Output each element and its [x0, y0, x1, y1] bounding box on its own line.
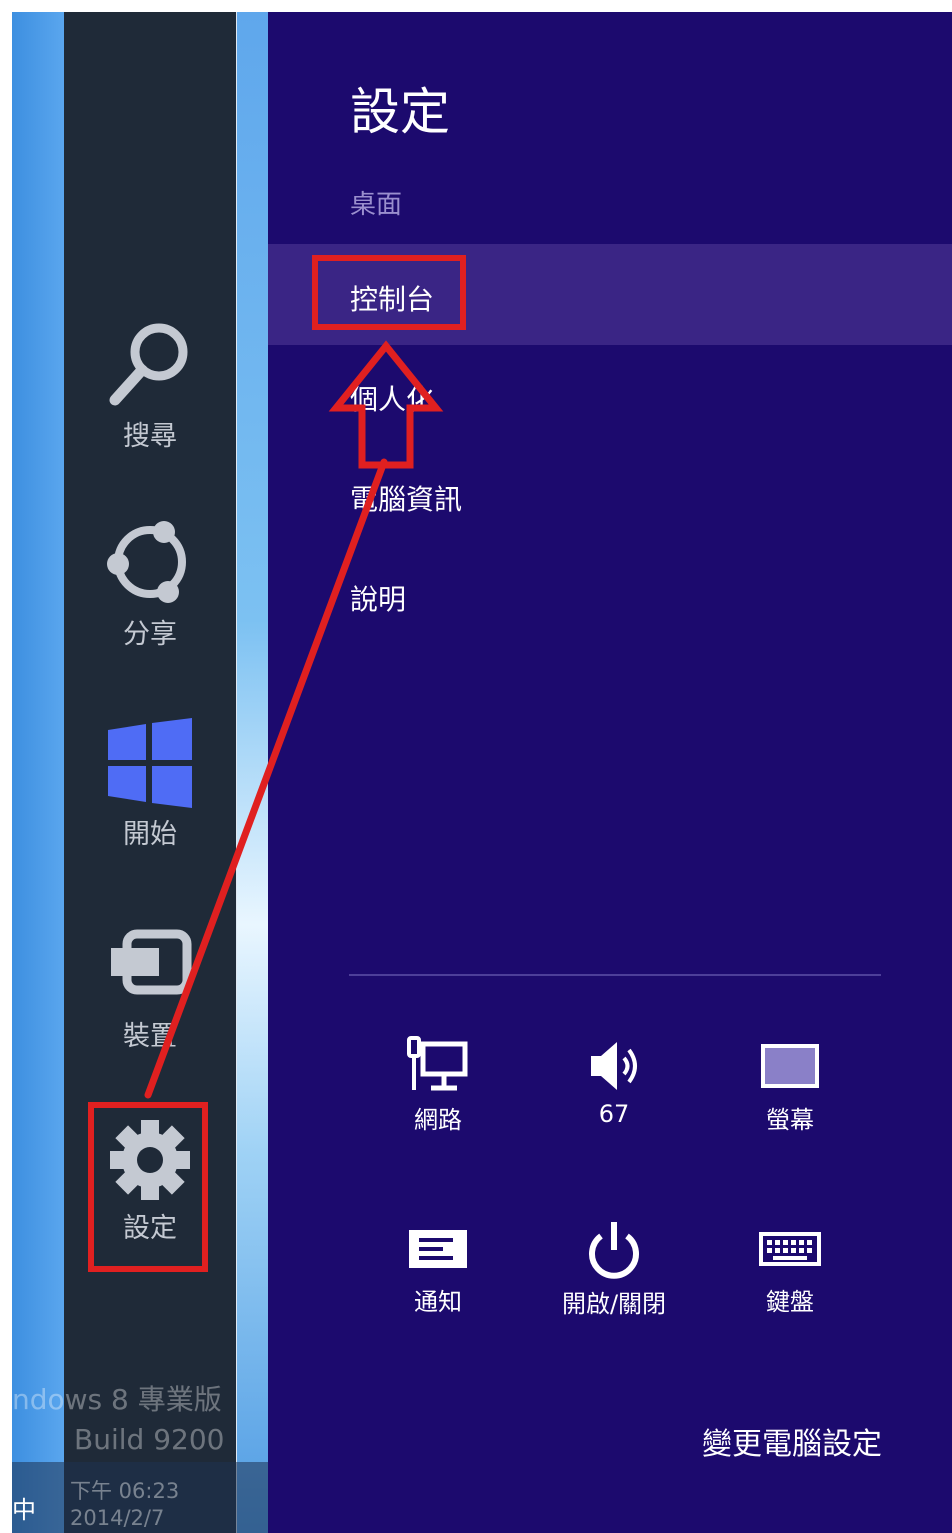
charm-share-label: 分享 — [123, 619, 177, 650]
tile-volume[interactable]: 67 — [539, 1036, 689, 1128]
notifications-icon — [409, 1230, 467, 1268]
charm-search-label: 搜尋 — [123, 421, 177, 452]
charm-devices-label: 裝置 — [123, 1021, 177, 1052]
tile-power-label: 開啟/關閉 — [561, 1290, 667, 1318]
annotation-box-settings-charm — [88, 1102, 208, 1272]
tile-volume-label: 67 — [598, 1100, 630, 1128]
windows-edition-watermark: ndows 8 專業版 — [12, 1383, 222, 1416]
annotation-box-control-panel — [312, 255, 466, 330]
tile-notifications-label: 通知 — [414, 1288, 462, 1316]
devices-icon — [111, 929, 192, 995]
charm-devices[interactable]: 裝置 — [64, 928, 236, 1053]
pane-subtitle: 桌面 — [350, 190, 403, 220]
desktop-background-strip — [237, 12, 268, 1533]
taskbar-clock-date[interactable]: 2014/2/7 — [70, 1506, 164, 1530]
search-icon — [109, 323, 188, 406]
charm-share[interactable]: 分享 — [64, 516, 236, 651]
taskbar-clock-time[interactable]: 下午 06:23 — [70, 1475, 179, 1505]
charm-start-label: 開始 — [123, 819, 177, 850]
tiles-separator — [349, 974, 881, 976]
tile-keyboard-label: 鍵盤 — [766, 1288, 814, 1316]
tile-notifications[interactable]: 通知 — [363, 1218, 513, 1317]
windows-build-watermark: Build 9200 — [74, 1423, 225, 1456]
pane-title: 設定 — [350, 83, 450, 141]
desktop-background-left — [12, 12, 64, 1533]
settings-pane: 設定 桌面 控制台 個人化 電腦資訊 說明 網路 67 螢幕 通知 開啟/關閉 … — [268, 12, 952, 1533]
charm-start[interactable]: 開始 — [64, 716, 236, 851]
volume-icon — [591, 1042, 637, 1090]
keyboard-icon — [759, 1232, 821, 1266]
tile-screen[interactable]: 螢幕 — [715, 1036, 865, 1135]
charm-search[interactable]: 搜尋 — [64, 318, 236, 453]
tile-network-label: 網路 — [414, 1106, 462, 1134]
tile-keyboard[interactable]: 鍵盤 — [715, 1218, 865, 1317]
menu-item-personalization[interactable]: 個人化 — [350, 378, 434, 418]
ime-indicator[interactable]: 中 — [12, 1490, 36, 1525]
share-icon — [107, 521, 186, 603]
menu-item-pc-info[interactable]: 電腦資訊 — [350, 478, 462, 518]
screen-icon — [761, 1044, 819, 1088]
tile-power[interactable]: 開啟/關閉 — [539, 1218, 689, 1319]
tile-network[interactable]: 網路 — [363, 1036, 513, 1135]
power-icon — [589, 1222, 639, 1279]
tile-screen-label: 螢幕 — [766, 1106, 814, 1134]
windows-logo-icon — [108, 718, 192, 808]
menu-item-help[interactable]: 說明 — [350, 578, 406, 618]
change-pc-settings-link[interactable]: 變更電腦設定 — [702, 1419, 882, 1463]
network-icon — [407, 1036, 468, 1091]
